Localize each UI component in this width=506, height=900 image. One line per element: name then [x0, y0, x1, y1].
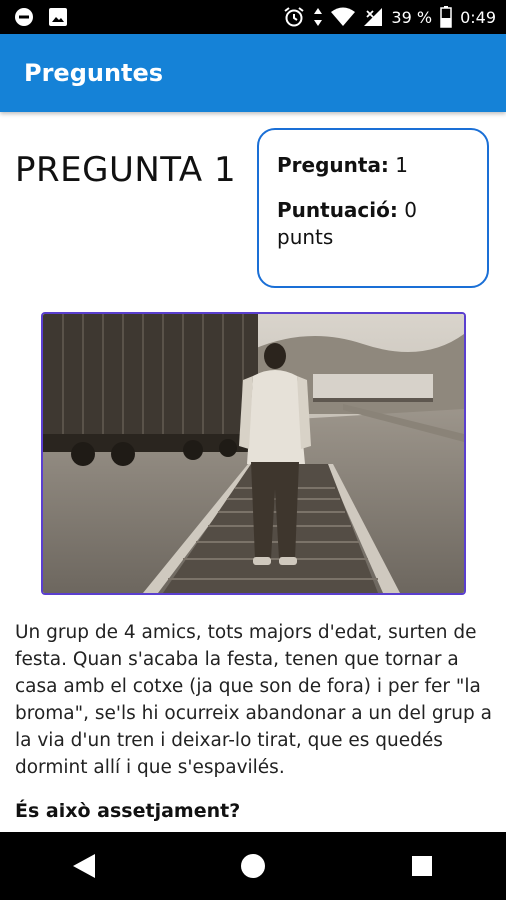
app-title: Preguntes [24, 59, 164, 87]
battery-percent: 39 % [391, 7, 433, 27]
clock: 0:49 [460, 7, 496, 27]
signal-icon [363, 7, 383, 27]
back-button[interactable] [54, 836, 114, 896]
score-row: Puntuació: 0 punts [277, 197, 475, 251]
question-number-value: 1 [395, 153, 409, 177]
railway-photo [43, 314, 464, 593]
data-arrows-icon [313, 7, 323, 27]
question-image [41, 312, 466, 595]
home-button[interactable] [223, 836, 283, 896]
status-bar: 39 % 0:49 [0, 0, 506, 34]
app-bar: Preguntes [0, 34, 506, 112]
score-label: Puntuació: [277, 198, 398, 222]
back-icon [73, 854, 96, 878]
wifi-icon [331, 7, 356, 27]
question-body: Un grup de 4 amics, tots majors d'edat, … [15, 622, 492, 778]
home-icon [240, 854, 265, 878]
recents-button[interactable] [392, 836, 452, 896]
battery-icon [440, 6, 452, 28]
score-card: Pregunta: 1 Puntuació: 0 punts [257, 128, 489, 288]
question-number-row: Pregunta: 1 [277, 152, 475, 179]
recents-icon [411, 856, 432, 876]
question-prompt: És això assetjament? [15, 800, 241, 822]
navigation-bar [0, 832, 506, 900]
question-number-label: Pregunta: [277, 153, 389, 177]
alarm-icon [283, 6, 305, 28]
image-icon [48, 7, 68, 27]
question-heading: PREGUNTA 1 [15, 150, 237, 190]
do-not-disturb-icon [14, 7, 34, 27]
